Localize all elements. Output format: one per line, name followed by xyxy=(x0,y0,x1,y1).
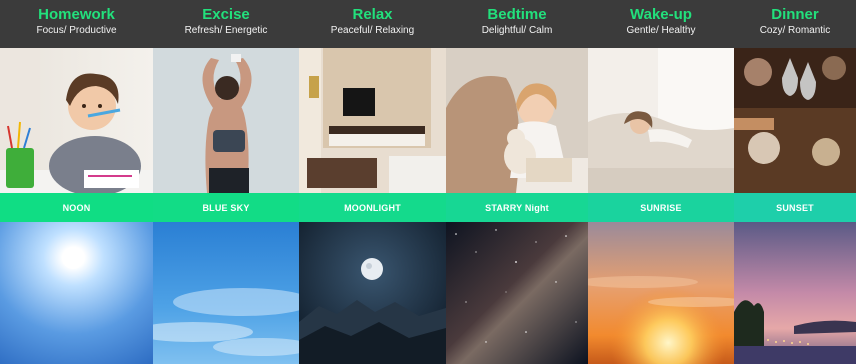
mode-header: Excise Refresh/ Energetic xyxy=(153,0,299,48)
mode-header: Bedtime Delightful/ Calm xyxy=(446,0,588,48)
mode-column-wake-up: Wake-up Gentle/ Healthy SUNRISE xyxy=(588,0,734,364)
mode-subtitle: Peaceful/ Relaxing xyxy=(330,25,415,36)
sky-image-sunrise xyxy=(588,222,734,364)
mode-subtitle: Gentle/ Healthy xyxy=(626,25,696,36)
sky-label-band: SUNSET xyxy=(734,193,856,222)
mode-column-dinner: Dinner Cozy/ Romantic SUNSET xyxy=(734,0,856,364)
mode-title: Wake-up xyxy=(630,6,692,23)
scene-photo-mother-child-reading xyxy=(446,48,588,193)
scene-photo-dinner-toast xyxy=(734,48,856,193)
sky-label: SUNRISE xyxy=(640,202,682,213)
sky-label: BLUE SKY xyxy=(202,202,250,213)
sky-image-noon xyxy=(0,222,153,364)
sky-image-moonlight xyxy=(299,222,446,364)
sky-label: SUNSET xyxy=(776,202,814,213)
mode-title: Homework xyxy=(38,6,115,23)
mode-header: Wake-up Gentle/ Healthy xyxy=(588,0,734,48)
mode-column-excise: Excise Refresh/ Energetic BLUE SKY xyxy=(153,0,299,364)
mode-column-bedtime: Bedtime Delightful/ Calm STARRY Night xyxy=(446,0,588,364)
mode-subtitle: Cozy/ Romantic xyxy=(759,25,831,36)
sky-label-band: SUNRISE xyxy=(588,193,734,222)
mode-subtitle: Focus/ Productive xyxy=(36,25,117,36)
scene-photo-woman-waking xyxy=(588,48,734,193)
sky-label: MOONLIGHT xyxy=(344,202,401,213)
mode-title: Bedtime xyxy=(487,6,547,23)
lighting-modes-grid: Homework Focus/ Productive NOON Excise R… xyxy=(0,0,856,364)
scene-photo-woman-stretching xyxy=(153,48,299,193)
sky-label: STARRY Night xyxy=(485,202,549,213)
mode-header: Homework Focus/ Productive xyxy=(0,0,153,48)
scene-photo-living-room xyxy=(299,48,446,193)
mode-header: Relax Peaceful/ Relaxing xyxy=(299,0,446,48)
sky-image-blue-sky xyxy=(153,222,299,364)
mode-title: Excise xyxy=(202,6,250,23)
mode-title: Dinner xyxy=(771,6,819,23)
sky-label-band: STARRY Night xyxy=(446,193,588,222)
mode-header: Dinner Cozy/ Romantic xyxy=(734,0,856,48)
mode-subtitle: Refresh/ Energetic xyxy=(184,25,268,36)
sky-label-band: NOON xyxy=(0,193,153,222)
scene-photo-child-homework xyxy=(0,48,153,193)
sky-label: NOON xyxy=(62,202,91,213)
sky-image-starry-night xyxy=(446,222,588,364)
sky-label-band: MOONLIGHT xyxy=(299,193,446,222)
mode-subtitle: Delightful/ Calm xyxy=(481,25,553,36)
mode-column-homework: Homework Focus/ Productive NOON xyxy=(0,0,153,364)
sky-label-band: BLUE SKY xyxy=(153,193,299,222)
mode-title: Relax xyxy=(352,6,393,23)
sky-image-sunset xyxy=(734,222,856,364)
mode-column-relax: Relax Peaceful/ Relaxing MOONLIGHT xyxy=(299,0,446,364)
